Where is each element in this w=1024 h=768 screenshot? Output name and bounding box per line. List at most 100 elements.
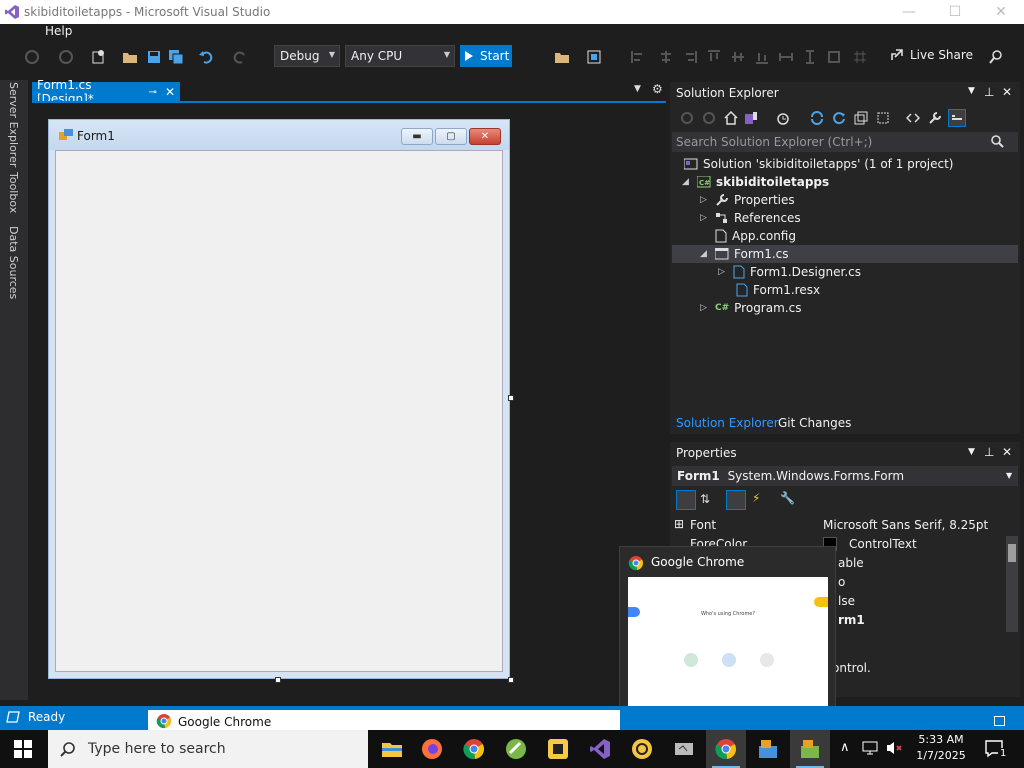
align-left-icon[interactable]	[628, 47, 648, 67]
back-nav-icon[interactable]	[22, 47, 42, 67]
refresh-icon[interactable]	[830, 109, 848, 127]
start-debugging-button[interactable]: Start	[460, 45, 512, 67]
expanded-triangle-icon[interactable]: ◢	[682, 177, 692, 187]
properties-wrench-icon[interactable]	[926, 109, 944, 127]
show-hidden-icons-chevron-icon[interactable]: ∧	[840, 740, 850, 755]
expand-plus-icon[interactable]: ⊞	[674, 517, 684, 531]
close-panel-icon[interactable]: ✕	[1002, 445, 1012, 459]
data-sources-tab[interactable]: Data Sources	[7, 226, 20, 299]
firefox-icon[interactable]	[412, 730, 452, 768]
collapse-all-icon[interactable]	[852, 109, 870, 127]
solution-search-input[interactable]: Search Solution Explorer (Ctrl+;)	[672, 132, 1018, 152]
taskbar-search-input[interactable]: Type here to search	[48, 730, 368, 768]
tree-item-solution[interactable]: Solution 'skibiditoiletapps' (1 of 1 pro…	[684, 155, 953, 173]
tree-item-form1-resx[interactable]: Form1.resx	[736, 281, 820, 299]
chrome-taskbar-preview[interactable]: Google Chrome Who's using Chrome?	[619, 546, 836, 728]
categorized-view-icon[interactable]	[676, 490, 696, 510]
collapsed-triangle-icon[interactable]: ▷	[700, 303, 710, 313]
properties-scrollbar[interactable]	[1006, 536, 1018, 632]
resize-handle-corner[interactable]	[508, 677, 514, 683]
close-window-button[interactable]: ✕	[978, 0, 1024, 24]
browse-folder-icon[interactable]	[552, 47, 572, 67]
panel-menu-icon[interactable]: ▼	[968, 447, 975, 457]
tab-git-changes[interactable]: Git Changes	[778, 416, 851, 430]
collapsed-triangle-icon[interactable]: ▷	[700, 213, 710, 223]
collapsed-triangle-icon[interactable]: ▷	[718, 267, 728, 277]
property-pages-wrench-icon[interactable]: 🔧	[780, 491, 795, 505]
tree-item-references[interactable]: ▷ References	[700, 209, 801, 227]
tree-item-form1-designer[interactable]: ▷ Form1.Designer.cs	[718, 263, 861, 281]
configuration-dropdown[interactable]: Debug ▼	[274, 45, 340, 67]
network-status-icon[interactable]	[862, 740, 880, 756]
panel-menu-icon[interactable]: ▼	[968, 86, 975, 96]
resize-handle-right[interactable]	[508, 395, 514, 401]
align-top-icon[interactable]	[704, 47, 724, 67]
align-bottom-icon[interactable]	[752, 47, 772, 67]
undo-icon[interactable]	[196, 47, 216, 67]
gear-icon[interactable]: ⚙	[652, 82, 663, 96]
alphabetical-view-icon[interactable]: ⇅	[700, 492, 710, 506]
pending-changes-icon[interactable]	[774, 109, 792, 127]
feedback-icon[interactable]	[986, 47, 1006, 67]
tree-item-properties[interactable]: ▷ Properties	[700, 191, 795, 209]
align-middle-icon[interactable]	[728, 47, 748, 67]
close-tab-icon[interactable]: ✕	[165, 85, 175, 99]
tree-item-form1-cs[interactable]: ◢ Form1.cs	[672, 245, 1018, 263]
show-all-files-icon[interactable]	[874, 109, 892, 127]
toolbox-tab[interactable]: Toolbox	[7, 172, 20, 213]
forward-nav-icon[interactable]	[56, 47, 76, 67]
chrome-app-icon[interactable]	[454, 730, 494, 768]
properties-view-icon[interactable]	[726, 490, 746, 510]
back-icon[interactable]	[678, 109, 696, 127]
form1-running-app-icon[interactable]	[790, 730, 830, 768]
platform-dropdown[interactable]: Any CPU ▼	[345, 45, 455, 67]
screenshot-icon[interactable]	[584, 47, 604, 67]
tree-item-app-config[interactable]: App.config	[715, 227, 796, 245]
restore-icon[interactable]	[994, 716, 1005, 726]
chrome-preview-thumbnail[interactable]: Who's using Chrome?	[628, 577, 828, 721]
minimize-button[interactable]: —	[886, 0, 932, 24]
pin-icon[interactable]: ⊥	[984, 85, 994, 99]
tab-list-dropdown-icon[interactable]: ▼	[634, 84, 641, 94]
app-runner-icon[interactable]	[748, 730, 788, 768]
view-code-icon[interactable]	[904, 109, 922, 127]
gaming-app-icon[interactable]	[496, 730, 536, 768]
grid-icon[interactable]	[850, 47, 870, 67]
file-explorer-icon[interactable]	[372, 730, 412, 768]
menu-help[interactable]: Help	[45, 24, 72, 38]
new-project-icon[interactable]	[88, 47, 108, 67]
save-all-icon[interactable]	[166, 47, 186, 67]
sticky-app-icon[interactable]	[538, 730, 578, 768]
form-designer-window[interactable]: Form1 ▬ ▢ ✕	[48, 119, 510, 679]
pin-icon[interactable]: ⊥	[984, 445, 994, 459]
pin-icon[interactable]: ⊸	[149, 87, 157, 98]
live-share-button[interactable]: Live Share	[890, 48, 973, 62]
visual-studio-app-icon[interactable]	[580, 730, 620, 768]
expanded-triangle-icon[interactable]: ◢	[700, 249, 710, 259]
network-app-icon[interactable]	[664, 730, 704, 768]
chrome-window-strip[interactable]: Google Chrome	[148, 710, 620, 732]
properties-object-selector[interactable]: Form1 System.Windows.Forms.Form ▼	[672, 466, 1018, 486]
collapsed-triangle-icon[interactable]: ▷	[700, 195, 710, 205]
pen-app-icon[interactable]	[622, 730, 662, 768]
events-lightning-icon[interactable]: ⚡	[752, 491, 760, 505]
home-icon[interactable]	[722, 109, 740, 127]
tab-form1-design[interactable]: Form1.cs [Design]* ⊸ ✕	[32, 78, 180, 106]
volume-muted-icon[interactable]	[886, 740, 904, 756]
taskbar-clock[interactable]: 5:33 AM 1/7/2025	[910, 732, 972, 764]
align-center-icon[interactable]	[656, 47, 676, 67]
open-folder-icon[interactable]	[120, 47, 140, 67]
sync-icon[interactable]	[808, 109, 826, 127]
tree-item-program-cs[interactable]: ▷ C# Program.cs	[700, 299, 801, 317]
align-right-icon[interactable]	[680, 47, 700, 67]
windows-start-icon[interactable]	[14, 740, 32, 758]
resize-handle-bottom[interactable]	[275, 677, 281, 683]
maximize-button[interactable]: ☐	[932, 0, 978, 24]
server-explorer-tab[interactable]: Server Explorer	[7, 82, 20, 167]
tree-item-project[interactable]: ◢ C# skibiditoiletapps	[682, 173, 829, 191]
size-width-icon[interactable]	[776, 47, 796, 67]
tab-solution-explorer[interactable]: Solution Explorer	[676, 416, 779, 430]
forward-icon[interactable]	[700, 109, 718, 127]
redo-icon[interactable]	[230, 47, 250, 67]
switch-views-icon[interactable]	[742, 109, 760, 127]
